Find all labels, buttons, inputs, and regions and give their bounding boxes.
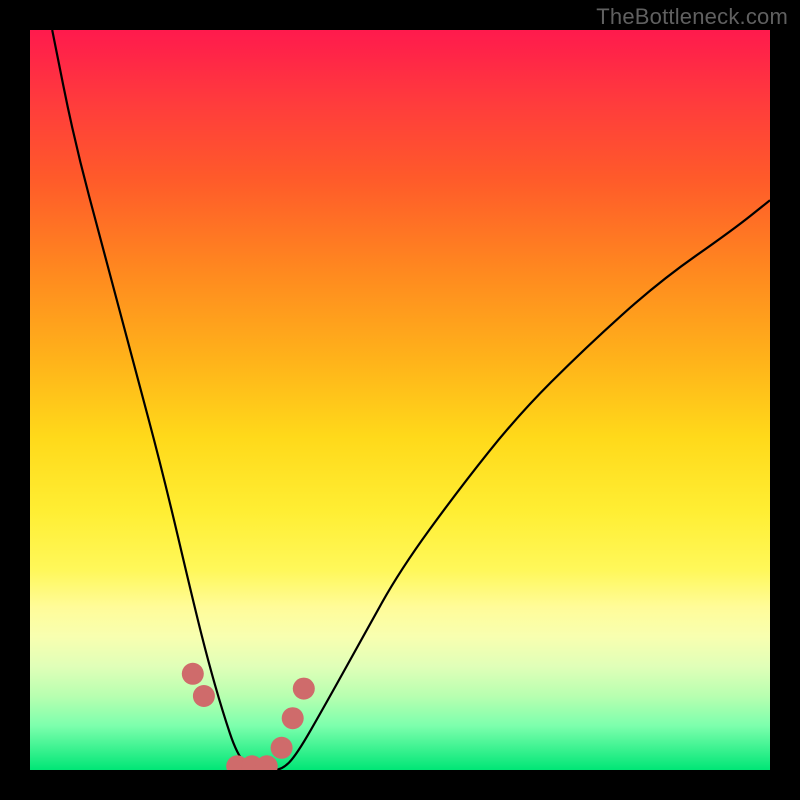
highlight-marker — [271, 737, 293, 759]
highlight-marker — [182, 663, 204, 685]
curve-layer — [30, 30, 770, 770]
bottleneck-curve — [52, 30, 770, 770]
plot-area — [30, 30, 770, 770]
highlight-marker — [193, 685, 215, 707]
watermark-text: TheBottleneck.com — [596, 4, 788, 30]
highlight-marker — [282, 707, 304, 729]
highlight-marker — [293, 678, 315, 700]
chart-stage: TheBottleneck.com — [0, 0, 800, 800]
highlight-marker — [256, 755, 278, 770]
